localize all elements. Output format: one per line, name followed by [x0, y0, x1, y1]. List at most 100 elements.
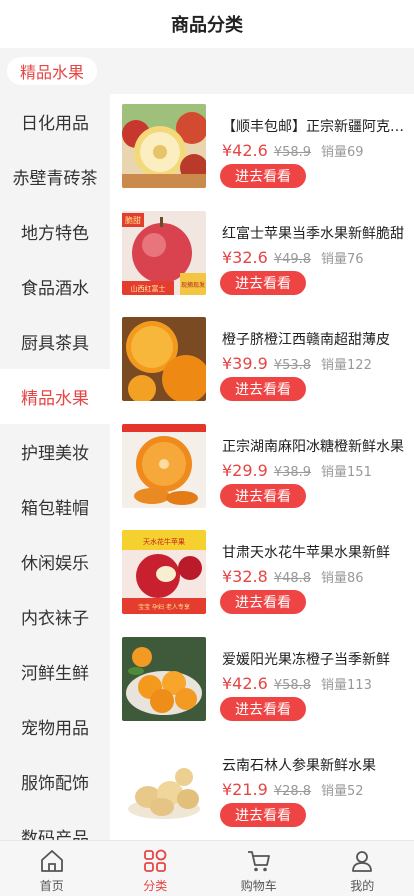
orange-slice-image	[122, 423, 206, 508]
tab-home[interactable]: 首页	[0, 841, 104, 896]
product-card[interactable]: 云南石林人参果新鲜水果 ¥21.9 ¥28.8 销量52 进去看看	[110, 733, 414, 840]
price-row: ¥32.8 ¥48.8 销量86	[222, 567, 364, 586]
sidebar-item[interactable]: 内衣袜子	[0, 589, 110, 644]
product-name[interactable]: 【顺丰包邮】正宗新疆阿克苏冰糖心苹果	[222, 116, 406, 136]
product-price: ¥29.9	[222, 460, 268, 480]
sidebar-item[interactable]: 服饰配饰	[0, 754, 110, 809]
orange-half-image	[122, 317, 206, 401]
product-image[interactable]	[122, 636, 206, 721]
apple-promo-image: 天水花牛苹果 宝宝 孕妇 老人专享	[122, 530, 206, 614]
original-price: ¥48.8	[273, 571, 312, 586]
product-card[interactable]: 橙子脐橙江西赣南超甜薄皮 ¥39.9 ¥53.8 销量122 进去看看	[110, 307, 414, 414]
product-image[interactable]	[122, 743, 206, 827]
product-price: ¥39.9	[222, 354, 268, 373]
view-product-button[interactable]: 进去看看	[220, 164, 306, 188]
tab-label: 分类	[143, 879, 168, 893]
home-icon	[40, 850, 63, 872]
bottom-tab-bar: 首页 分类 购物车 我的	[0, 840, 414, 896]
product-image[interactable]: 脆甜 山西红富士 现摘现发	[122, 210, 206, 295]
price-row: ¥32.6 ¥49.8 销量76	[222, 248, 364, 267]
sales-count: 销量122	[321, 358, 372, 373]
view-product-button[interactable]: 进去看看	[220, 270, 306, 295]
sidebar-item[interactable]: 数码产品	[0, 809, 110, 840]
price-row: ¥21.9 ¥28.8 销量52	[222, 780, 364, 799]
product-price: ¥32.8	[222, 567, 268, 586]
image-caption-text: 山西红富士	[131, 284, 166, 293]
price-row: ¥29.9 ¥38.9 销量151	[222, 461, 372, 480]
original-price: ¥58.9	[273, 145, 312, 160]
product-name[interactable]: 红富士苹果当季水果新鲜脆甜	[222, 223, 406, 243]
product-image[interactable]	[122, 317, 206, 401]
tab-label: 购物车	[240, 879, 277, 893]
image-tag-text: 现摘现发	[181, 281, 205, 289]
image-badge-text: 天水花牛苹果	[143, 537, 185, 546]
tab-cart[interactable]: 购物车	[207, 841, 311, 896]
page-title: 商品分类	[171, 15, 243, 36]
sales-count: 销量151	[321, 464, 372, 480]
product-name[interactable]: 云南石林人参果新鲜水果	[222, 755, 406, 775]
sales-count: 销量86	[321, 571, 364, 586]
category-page: 商品分类 精品水果 日化用品 赤壁青砖茶 地方特色 食品酒水 厨具茶具 精品水果…	[0, 0, 414, 896]
sidebar-item-active[interactable]: 精品水果	[0, 369, 110, 424]
image-badge-text: 脆甜	[125, 215, 141, 225]
product-card[interactable]: 【顺丰包邮】正宗新疆阿克苏冰糖心苹果 ¥42.6 ¥58.9 销量69 进去看看	[110, 94, 414, 201]
apple-red-image: 脆甜 山西红富士 现摘现发	[122, 210, 206, 295]
original-price: ¥28.8	[273, 784, 312, 799]
product-list[interactable]: 【顺丰包邮】正宗新疆阿克苏冰糖心苹果 ¥42.6 ¥58.9 销量69 进去看看	[110, 94, 414, 840]
tab-label: 首页	[39, 879, 64, 893]
sidebar-item[interactable]: 护理美妆	[0, 424, 110, 479]
sidebar-item[interactable]: 日化用品	[0, 94, 110, 149]
sales-count: 销量76	[321, 251, 364, 267]
sidebar-item[interactable]: 地方特色	[0, 204, 110, 259]
product-price: ¥21.9	[222, 780, 268, 799]
view-product-button[interactable]: 进去看看	[220, 803, 306, 827]
product-price: ¥32.6	[222, 247, 268, 267]
ginseng-fruit-image	[122, 743, 206, 827]
view-product-button[interactable]: 进去看看	[220, 590, 306, 614]
sales-count: 销量52	[321, 784, 364, 799]
sidebar-item[interactable]: 赤壁青砖茶	[0, 149, 110, 204]
original-price: ¥53.8	[273, 358, 312, 373]
product-card[interactable]: 天水花牛苹果 宝宝 孕妇 老人专享 甘肃天水花牛苹果水果新鲜 ¥32.8 ¥48…	[110, 520, 414, 627]
product-price: ¥42.6	[222, 673, 268, 693]
category-icon	[144, 849, 167, 872]
product-card[interactable]: 脆甜 山西红富士 现摘现发 红富士苹果当季水果新鲜脆甜 ¥32.6 ¥49.8 …	[110, 201, 414, 308]
sidebar-item[interactable]: 食品酒水	[0, 259, 110, 314]
original-price: ¥49.8	[273, 251, 312, 267]
view-product-button[interactable]: 进去看看	[220, 483, 306, 508]
view-product-button[interactable]: 进去看看	[220, 696, 306, 721]
product-name[interactable]: 爱媛阳光果冻橙子当季新鲜	[222, 649, 406, 669]
user-icon	[352, 851, 373, 872]
category-sidebar[interactable]: 日化用品 赤壁青砖茶 地方特色 食品酒水 厨具茶具 精品水果 护理美妆 箱包鞋帽…	[0, 94, 110, 840]
sidebar-item[interactable]: 厨具茶具	[0, 314, 110, 369]
sidebar-item[interactable]: 箱包鞋帽	[0, 479, 110, 534]
product-name[interactable]: 橙子脐橙江西赣南超甜薄皮	[222, 329, 406, 349]
sidebar-item[interactable]: 宠物用品	[0, 699, 110, 754]
current-category-pill[interactable]: 精品水果	[7, 57, 97, 85]
view-product-button[interactable]: 进去看看	[220, 377, 306, 401]
product-image[interactable]	[122, 104, 206, 188]
apple-cut-image	[122, 104, 206, 188]
original-price: ¥58.8	[273, 677, 312, 693]
header: 商品分类	[0, 0, 414, 48]
sidebar-item[interactable]: 休闲娱乐	[0, 534, 110, 589]
product-name[interactable]: 正宗湖南麻阳冰糖橙新鲜水果	[222, 436, 406, 456]
tab-label: 我的	[350, 879, 375, 893]
product-image[interactable]	[122, 423, 206, 508]
tab-category[interactable]: 分类	[104, 841, 208, 896]
product-price: ¥42.6	[222, 141, 268, 160]
sidebar-item[interactable]: 河鲜生鲜	[0, 644, 110, 699]
product-card[interactable]: 正宗湖南麻阳冰糖橙新鲜水果 ¥29.9 ¥38.9 销量151 进去看看	[110, 414, 414, 521]
image-caption-text: 宝宝 孕妇 老人专享	[138, 603, 190, 611]
price-row: ¥42.6 ¥58.9 销量69	[222, 141, 364, 160]
product-name[interactable]: 甘肃天水花牛苹果水果新鲜	[222, 542, 406, 562]
price-row: ¥42.6 ¥58.8 销量113	[222, 674, 372, 693]
current-category-bar: 精品水果	[0, 48, 414, 94]
price-row: ¥39.9 ¥53.8 销量122	[222, 354, 372, 373]
sales-count: 销量113	[321, 677, 372, 693]
product-card[interactable]: 爱媛阳光果冻橙子当季新鲜 ¥42.6 ¥58.8 销量113 进去看看	[110, 627, 414, 734]
product-image[interactable]: 天水花牛苹果 宝宝 孕妇 老人专享	[122, 530, 206, 614]
tab-profile[interactable]: 我的	[311, 841, 414, 896]
sales-count: 销量69	[321, 145, 364, 160]
original-price: ¥38.9	[273, 464, 312, 480]
